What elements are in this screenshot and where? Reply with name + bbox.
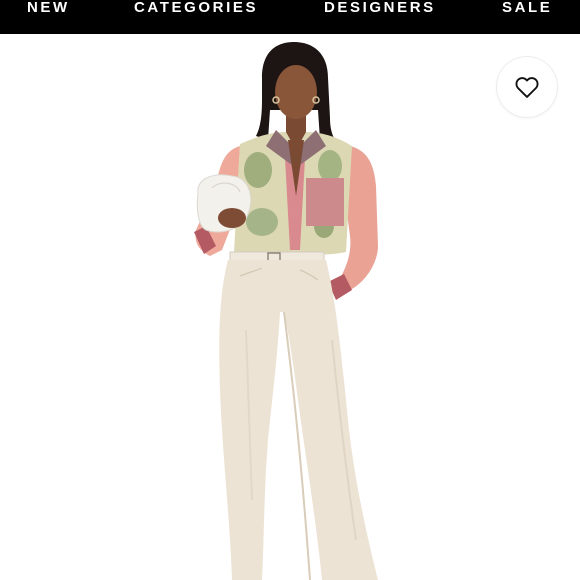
top-navigation: NEW CATEGORIES DESIGNERS SALE [0, 0, 580, 34]
shirt-pattern-green-3 [246, 208, 278, 236]
heart-outline-icon [515, 77, 539, 98]
wishlist-button[interactable] [497, 57, 557, 117]
face-shape [275, 65, 317, 119]
nav-item-sale[interactable]: SALE [502, 0, 552, 18]
shirt-pattern-green-1 [244, 152, 272, 188]
product-page: NEW CATEGORIES DESIGNERS SALE [0, 0, 580, 580]
left-hand [218, 208, 246, 228]
model-photo [194, 42, 378, 580]
nav-item-categories[interactable]: CATEGORIES [134, 0, 258, 18]
product-image[interactable] [0, 34, 580, 580]
nav-item-new[interactable]: NEW [27, 0, 70, 18]
shirt-pocket [306, 178, 344, 226]
nav-item-designers[interactable]: DESIGNERS [324, 0, 436, 18]
shirt-pattern-green-2 [318, 150, 342, 182]
